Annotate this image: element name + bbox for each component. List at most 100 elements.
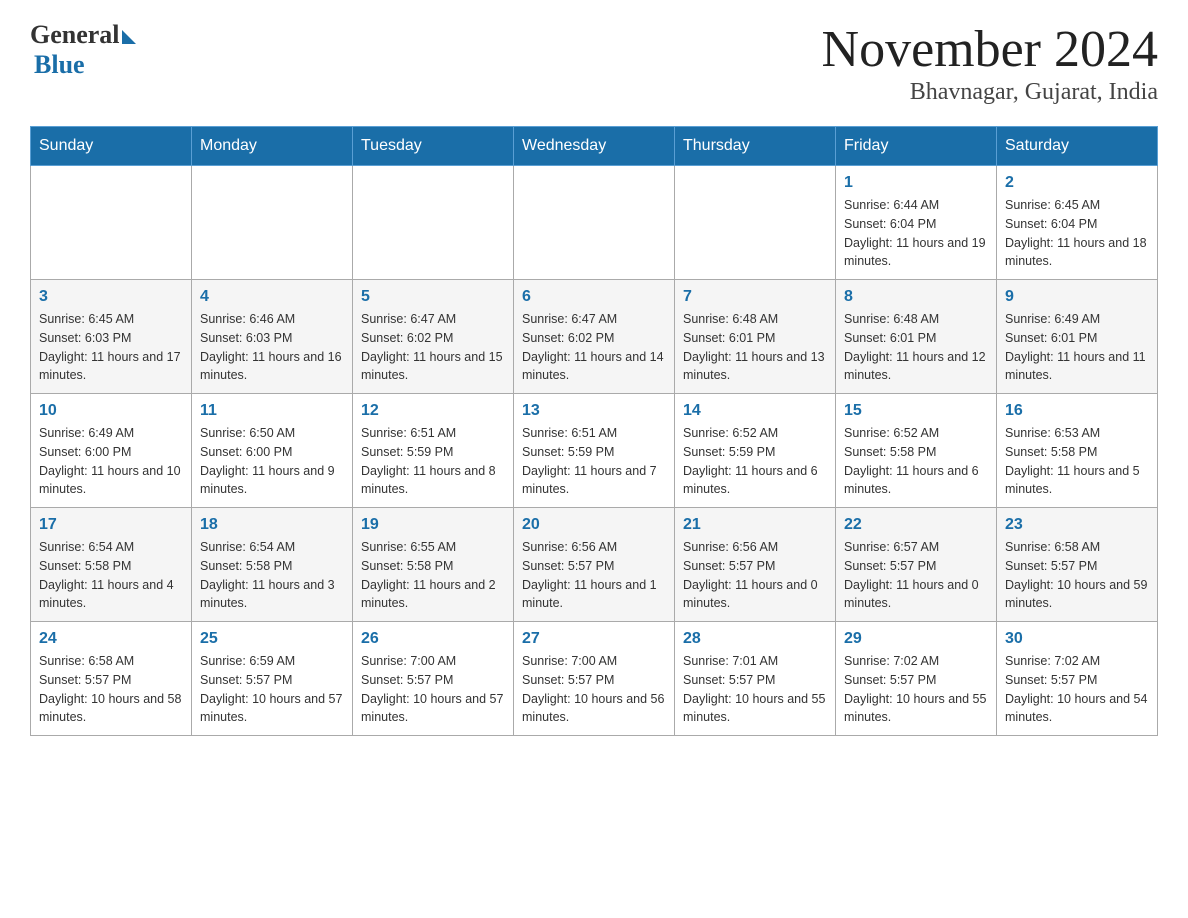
calendar-day-cell: 11 Sunrise: 6:50 AMSunset: 6:00 PMDayligh… [192, 394, 353, 508]
calendar-day-cell: 2Sunrise: 6:45 AMSunset: 6:04 PMDaylight… [997, 166, 1158, 280]
day-info: Sunrise: 6:51 AMSunset: 5:59 PMDaylight:… [522, 424, 666, 499]
day-info: Sunrise: 7:02 AMSunset: 5:57 PMDaylight:… [844, 652, 988, 727]
calendar-week-row: 1 Sunrise: 6:44 AMSunset: 6:04 PMDaylight… [31, 166, 1158, 280]
day-of-week-header: Thursday [675, 127, 836, 166]
day-info: Sunrise: 6:48 AMSunset: 6:01 PMDaylight:… [683, 310, 827, 385]
day-number: 25 [200, 630, 344, 648]
calendar-header-row: SundayMondayTuesdayWednesdayThursdayFrid… [31, 127, 1158, 166]
day-number: 6 [522, 288, 666, 306]
calendar-day-cell: 13 Sunrise: 6:51 AMSunset: 5:59 PMDayligh… [514, 394, 675, 508]
day-info: Sunrise: 6:48 AMSunset: 6:01 PMDaylight:… [844, 310, 988, 385]
logo-general-text: General [30, 20, 120, 50]
day-number: 22 [844, 516, 988, 534]
day-number: 24 [39, 630, 183, 648]
month-title: November 2024 [822, 20, 1158, 79]
day-number: 7 [683, 288, 827, 306]
calendar-day-cell: 6 Sunrise: 6:47 AMSunset: 6:02 PMDaylight… [514, 280, 675, 394]
day-info: Sunrise: 6:51 AMSunset: 5:59 PMDaylight:… [361, 424, 505, 499]
day-info: Sunrise: 6:50 AMSunset: 6:00 PMDaylight:… [200, 424, 344, 499]
calendar-day-cell: 10 Sunrise: 6:49 AMSunset: 6:00 PMDayligh… [31, 394, 192, 508]
day-info: Sunrise: 6:55 AMSunset: 5:58 PMDaylight:… [361, 538, 505, 613]
day-number: 13 [522, 402, 666, 420]
calendar-day-cell: 19 Sunrise: 6:55 AMSunset: 5:58 PMDayligh… [353, 508, 514, 622]
day-of-week-header: Wednesday [514, 127, 675, 166]
day-number: 29 [844, 630, 988, 648]
calendar-day-cell: 7 Sunrise: 6:48 AMSunset: 6:01 PMDaylight… [675, 280, 836, 394]
calendar-table: SundayMondayTuesdayWednesdayThursdayFrid… [30, 126, 1158, 736]
calendar-day-cell: 23 Sunrise: 6:58 AMSunset: 5:57 PMDayligh… [997, 508, 1158, 622]
day-info: Sunrise: 7:00 AMSunset: 5:57 PMDaylight:… [522, 652, 666, 727]
day-info: Sunrise: 7:02 AMSunset: 5:57 PMDaylight:… [1005, 652, 1149, 727]
day-of-week-header: Tuesday [353, 127, 514, 166]
day-number: 11 [200, 402, 344, 420]
calendar-day-cell: 4Sunrise: 6:46 AMSunset: 6:03 PMDaylight… [192, 280, 353, 394]
day-info: Sunrise: 6:52 AMSunset: 5:58 PMDaylight:… [844, 424, 988, 499]
page-header: General Blue November 2024 Bhavnagar, Gu… [30, 20, 1158, 106]
day-info: Sunrise: 6:56 AMSunset: 5:57 PMDaylight:… [683, 538, 827, 613]
logo: General Blue [30, 20, 136, 80]
calendar-day-cell: 21 Sunrise: 6:56 AMSunset: 5:57 PMDayligh… [675, 508, 836, 622]
day-number: 10 [39, 402, 183, 420]
calendar-day-cell [353, 166, 514, 280]
calendar-day-cell: 29 Sunrise: 7:02 AMSunset: 5:57 PMDayligh… [836, 622, 997, 736]
day-info: Sunrise: 7:01 AMSunset: 5:57 PMDaylight:… [683, 652, 827, 727]
calendar-day-cell: 9Sunrise: 6:49 AMSunset: 6:01 PMDaylight… [997, 280, 1158, 394]
calendar-day-cell: 14 Sunrise: 6:52 AMSunset: 5:59 PMDayligh… [675, 394, 836, 508]
calendar-day-cell: 26 Sunrise: 7:00 AMSunset: 5:57 PMDayligh… [353, 622, 514, 736]
calendar-day-cell: 20 Sunrise: 6:56 AMSunset: 5:57 PMDayligh… [514, 508, 675, 622]
day-info: Sunrise: 7:00 AMSunset: 5:57 PMDaylight:… [361, 652, 505, 727]
calendar-day-cell: 28 Sunrise: 7:01 AMSunset: 5:57 PMDayligh… [675, 622, 836, 736]
day-number: 23 [1005, 516, 1149, 534]
day-number: 26 [361, 630, 505, 648]
calendar-day-cell: 24Sunrise: 6:58 AMSunset: 5:57 PMDayligh… [31, 622, 192, 736]
calendar-week-row: 3 Sunrise: 6:45 AMSunset: 6:03 PMDaylight… [31, 280, 1158, 394]
calendar-week-row: 17Sunrise: 6:54 AMSunset: 5:58 PMDayligh… [31, 508, 1158, 622]
location-title: Bhavnagar, Gujarat, India [822, 79, 1158, 106]
day-number: 15 [844, 402, 988, 420]
calendar-day-cell: 3 Sunrise: 6:45 AMSunset: 6:03 PMDaylight… [31, 280, 192, 394]
day-info: Sunrise: 6:59 AMSunset: 5:57 PMDaylight:… [200, 652, 344, 727]
calendar-day-cell [31, 166, 192, 280]
day-info: Sunrise: 6:45 AMSunset: 6:03 PMDaylight:… [39, 310, 183, 385]
calendar-day-cell: 15 Sunrise: 6:52 AMSunset: 5:58 PMDayligh… [836, 394, 997, 508]
day-info: Sunrise: 6:57 AMSunset: 5:57 PMDaylight:… [844, 538, 988, 613]
calendar-day-cell: 5Sunrise: 6:47 AMSunset: 6:02 PMDaylight… [353, 280, 514, 394]
day-number: 16 [1005, 402, 1149, 420]
calendar-day-cell: 22 Sunrise: 6:57 AMSunset: 5:57 PMDayligh… [836, 508, 997, 622]
day-number: 19 [361, 516, 505, 534]
calendar-day-cell [514, 166, 675, 280]
day-info: Sunrise: 6:46 AMSunset: 6:03 PMDaylight:… [200, 310, 344, 385]
calendar-day-cell: 27 Sunrise: 7:00 AMSunset: 5:57 PMDayligh… [514, 622, 675, 736]
calendar-day-cell: 17Sunrise: 6:54 AMSunset: 5:58 PMDayligh… [31, 508, 192, 622]
day-info: Sunrise: 6:47 AMSunset: 6:02 PMDaylight:… [522, 310, 666, 385]
calendar-week-row: 24Sunrise: 6:58 AMSunset: 5:57 PMDayligh… [31, 622, 1158, 736]
day-info: Sunrise: 6:54 AMSunset: 5:58 PMDaylight:… [39, 538, 183, 613]
day-of-week-header: Monday [192, 127, 353, 166]
day-of-week-header: Sunday [31, 127, 192, 166]
calendar-day-cell: 30 Sunrise: 7:02 AMSunset: 5:57 PMDayligh… [997, 622, 1158, 736]
day-number: 9 [1005, 288, 1149, 306]
day-number: 1 [844, 174, 988, 192]
logo-blue-text: Blue [34, 50, 85, 80]
calendar-week-row: 10 Sunrise: 6:49 AMSunset: 6:00 PMDayligh… [31, 394, 1158, 508]
calendar-day-cell: 12Sunrise: 6:51 AMSunset: 5:59 PMDayligh… [353, 394, 514, 508]
day-of-week-header: Saturday [997, 127, 1158, 166]
day-number: 3 [39, 288, 183, 306]
day-info: Sunrise: 6:56 AMSunset: 5:57 PMDaylight:… [522, 538, 666, 613]
day-of-week-header: Friday [836, 127, 997, 166]
day-number: 28 [683, 630, 827, 648]
day-info: Sunrise: 6:58 AMSunset: 5:57 PMDaylight:… [1005, 538, 1149, 613]
day-number: 20 [522, 516, 666, 534]
day-info: Sunrise: 6:44 AMSunset: 6:04 PMDaylight:… [844, 196, 988, 271]
calendar-day-cell: 25 Sunrise: 6:59 AMSunset: 5:57 PMDayligh… [192, 622, 353, 736]
day-info: Sunrise: 6:52 AMSunset: 5:59 PMDaylight:… [683, 424, 827, 499]
day-number: 8 [844, 288, 988, 306]
day-number: 27 [522, 630, 666, 648]
day-number: 14 [683, 402, 827, 420]
day-number: 30 [1005, 630, 1149, 648]
day-info: Sunrise: 6:49 AMSunset: 6:00 PMDaylight:… [39, 424, 183, 499]
calendar-day-cell: 8 Sunrise: 6:48 AMSunset: 6:01 PMDaylight… [836, 280, 997, 394]
day-info: Sunrise: 6:54 AMSunset: 5:58 PMDaylight:… [200, 538, 344, 613]
day-number: 21 [683, 516, 827, 534]
title-section: November 2024 Bhavnagar, Gujarat, India [822, 20, 1158, 106]
